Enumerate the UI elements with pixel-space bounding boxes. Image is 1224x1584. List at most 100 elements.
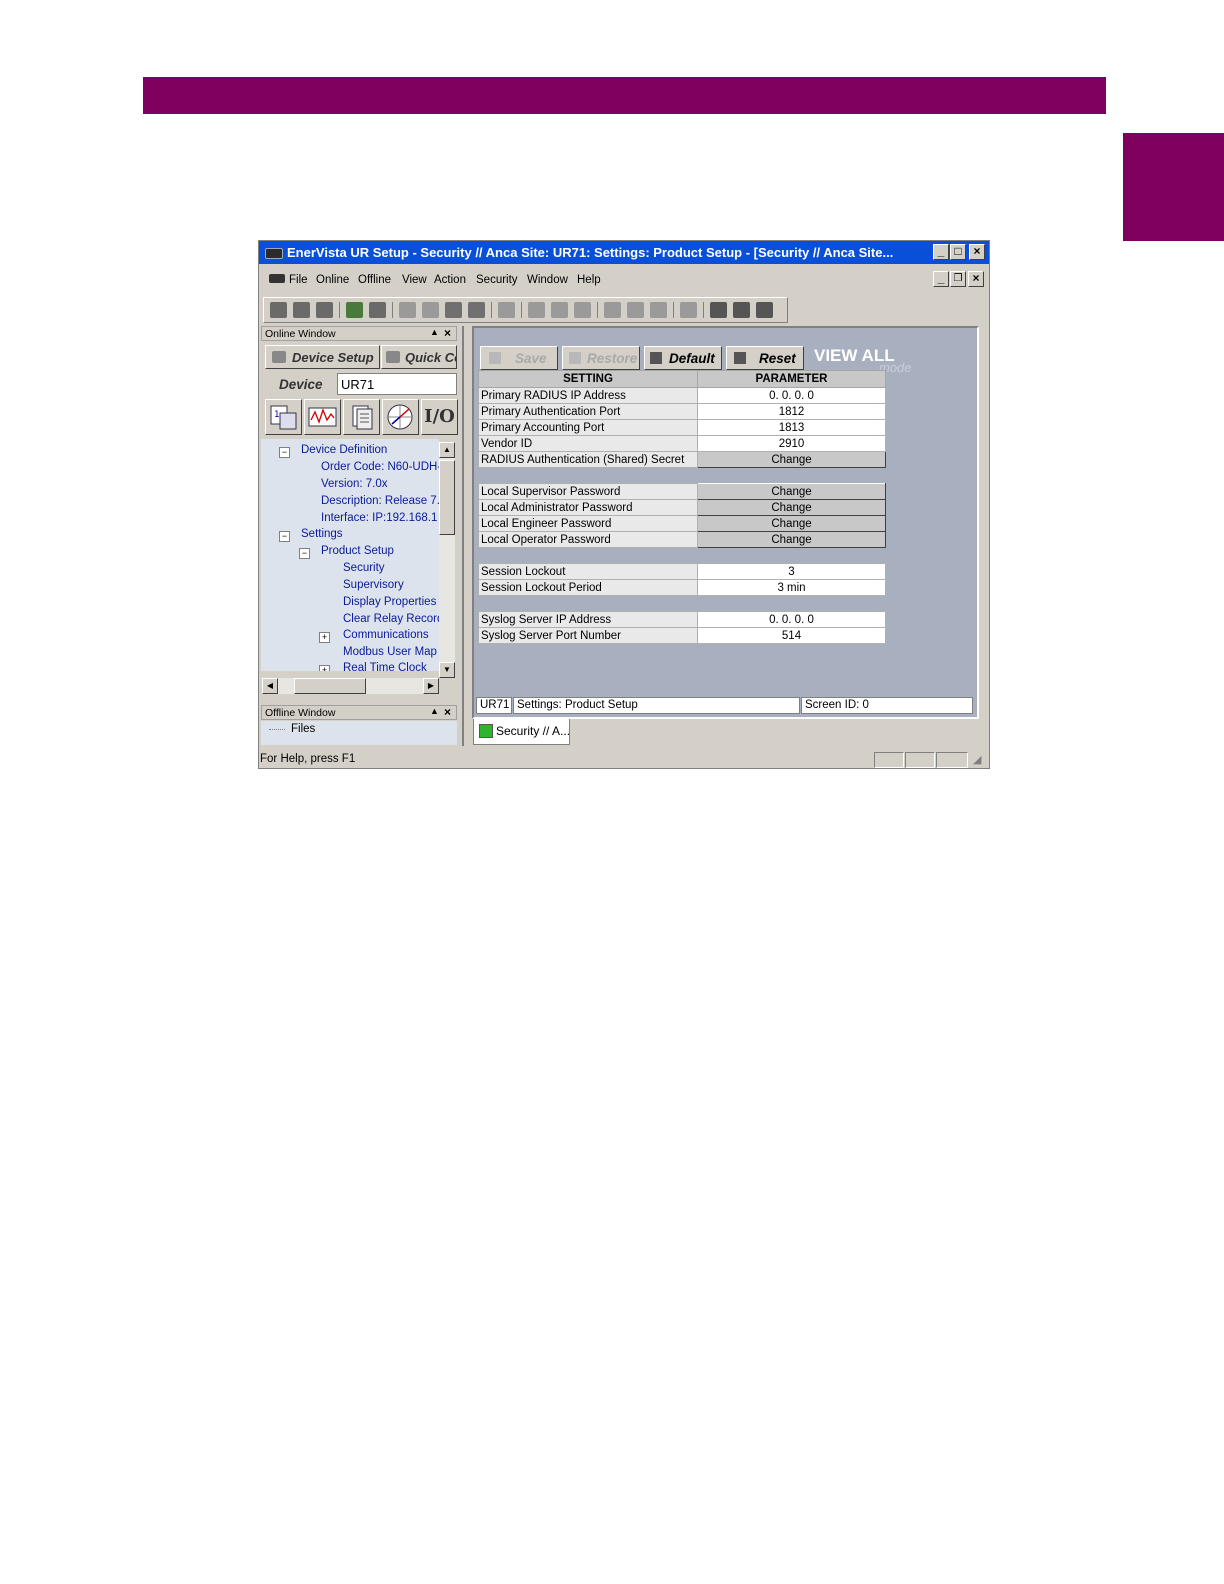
tree-device-definition[interactable]: Device Definition <box>301 444 387 456</box>
tree-files[interactable]: Files <box>291 723 315 735</box>
change-button[interactable]: Change <box>697 483 886 500</box>
close-button[interactable]: × <box>969 244 985 260</box>
mdi-minimize-button[interactable]: _ <box>933 271 949 287</box>
binoculars-icon[interactable] <box>710 302 727 318</box>
scroll-up-icon[interactable]: ▲ <box>439 442 455 458</box>
setting-value[interactable]: 1812 <box>697 403 886 420</box>
tree-communications[interactable]: Communications <box>343 629 429 641</box>
collapse-icon[interactable]: − <box>279 531 290 542</box>
tree-real-time-clock[interactable]: Real Time Clock <box>343 662 427 671</box>
change-button[interactable]: Change <box>697 499 886 516</box>
actual-values-button[interactable] <box>304 399 341 435</box>
maximize-button[interactable]: □ <box>950 244 966 260</box>
menu-security[interactable]: Security <box>476 274 518 286</box>
upload-icon[interactable] <box>399 302 416 318</box>
change-button[interactable]: Change <box>697 531 886 548</box>
setting-value[interactable]: 0. 0. 0. 0 <box>697 387 886 404</box>
tree-order-code[interactable]: Order Code: N60-UDH- <box>321 461 439 473</box>
close-pane-icon[interactable]: × <box>444 705 451 719</box>
disconnect-icon[interactable] <box>369 302 386 318</box>
device-setup-button[interactable]: Device Setup <box>265 345 380 369</box>
write-device-icon[interactable] <box>468 302 485 318</box>
tower-icon[interactable] <box>733 302 750 318</box>
scroll-left-icon[interactable]: ◀ <box>262 678 278 694</box>
expand-icon[interactable]: + <box>319 632 330 643</box>
tree-clear-relay-records[interactable]: Clear Relay Record <box>343 613 439 625</box>
stop-icon[interactable] <box>574 302 591 318</box>
edit-icon[interactable] <box>498 302 515 318</box>
tree-version[interactable]: Version: 7.0x <box>321 478 387 490</box>
connect-icon[interactable] <box>346 302 363 318</box>
tree-vertical-scrollbar[interactable]: ▲ ▼ <box>439 442 455 678</box>
phasor-button[interactable] <box>382 399 419 435</box>
tree-horizontal-scrollbar[interactable]: ◀ ▶ <box>262 678 439 694</box>
menu-online[interactable]: Online <box>316 274 349 286</box>
resize-grip-icon[interactable]: ◢ <box>973 753 981 766</box>
tree-modbus-user-map[interactable]: Modbus User Map <box>343 646 437 658</box>
records-button[interactable] <box>343 399 380 435</box>
collapse-icon[interactable]: − <box>279 447 290 458</box>
table-row: Local Administrator Password Change <box>478 499 886 516</box>
change-button[interactable]: Change <box>697 451 886 468</box>
read-device-icon[interactable] <box>445 302 462 318</box>
menu-window[interactable]: Window <box>527 274 568 286</box>
tree-description[interactable]: Description: Release 7. <box>321 495 439 507</box>
settings-icon-button[interactable]: 1 <box>265 399 302 435</box>
close-pane-icon[interactable]: × <box>444 326 451 340</box>
download-icon[interactable] <box>422 302 439 318</box>
quick-connect-button[interactable]: Quick Co <box>381 345 457 369</box>
print-icon[interactable] <box>316 302 333 318</box>
scroll-thumb[interactable] <box>294 678 366 694</box>
scroll-right-icon[interactable]: ▶ <box>423 678 439 694</box>
copy-icon[interactable] <box>604 302 621 318</box>
tree-product-setup[interactable]: Product Setup <box>321 545 394 557</box>
table-spacer <box>478 467 886 484</box>
expand-icon[interactable]: + <box>319 665 330 671</box>
io-button[interactable]: I/O <box>421 399 458 435</box>
scroll-down-icon[interactable]: ▼ <box>439 662 455 678</box>
setting-value[interactable]: 514 <box>697 627 886 644</box>
triangle-icon[interactable] <box>756 302 773 318</box>
pin-icon[interactable]: ▲ <box>430 327 439 337</box>
setting-value[interactable]: 3 min <box>697 579 886 596</box>
save-icon[interactable] <box>293 302 310 318</box>
setting-value[interactable]: 3 <box>697 563 886 580</box>
save-button[interactable]: Save <box>480 346 558 370</box>
tree-supervisory[interactable]: Supervisory <box>343 579 404 591</box>
tree-security[interactable]: Security <box>343 562 385 574</box>
status-screen-id: Screen ID: 0 <box>801 697 973 714</box>
print-preview-icon[interactable] <box>680 302 697 318</box>
paste-icon[interactable] <box>627 302 644 318</box>
mdi-close-button[interactable]: × <box>968 271 984 287</box>
tab-security[interactable]: Security // A... <box>473 719 570 745</box>
settings-window: Save Restore Default Reset VIEW ALL mode… <box>472 326 979 719</box>
play-icon[interactable] <box>551 302 568 318</box>
device-select[interactable]: UR71 <box>337 373 457 395</box>
menu-file[interactable]: File <box>289 274 308 286</box>
setting-label: Local Administrator Password <box>478 499 698 516</box>
tree-display-properties[interactable]: Display Properties <box>343 596 436 608</box>
setting-value[interactable]: 0. 0. 0. 0 <box>697 611 886 628</box>
tree-settings[interactable]: Settings <box>301 528 343 540</box>
menu-view[interactable]: View <box>402 274 427 286</box>
zoom-icon[interactable] <box>528 302 545 318</box>
reset-button[interactable]: Reset <box>726 346 804 370</box>
scroll-thumb[interactable] <box>439 460 455 535</box>
menu-offline[interactable]: Offline <box>358 274 391 286</box>
save-label: Save <box>515 351 547 366</box>
minimize-button[interactable]: _ <box>933 244 949 260</box>
compare-icon[interactable] <box>650 302 667 318</box>
menu-help[interactable]: Help <box>577 274 601 286</box>
default-button[interactable]: Default <box>644 346 722 370</box>
menu-action[interactable]: Action <box>434 274 466 286</box>
collapse-icon[interactable]: − <box>299 548 310 559</box>
open-icon[interactable] <box>270 302 287 318</box>
change-button[interactable]: Change <box>697 515 886 532</box>
restore-button[interactable]: Restore <box>562 346 640 370</box>
splitter[interactable] <box>462 326 464 746</box>
pin-icon[interactable]: ▲ <box>430 706 439 716</box>
setting-value[interactable]: 1813 <box>697 419 886 436</box>
mdi-restore-button[interactable]: ❐ <box>950 271 966 287</box>
setting-value[interactable]: 2910 <box>697 435 886 452</box>
tree-interface[interactable]: Interface: IP:192.168.1 <box>321 512 437 524</box>
